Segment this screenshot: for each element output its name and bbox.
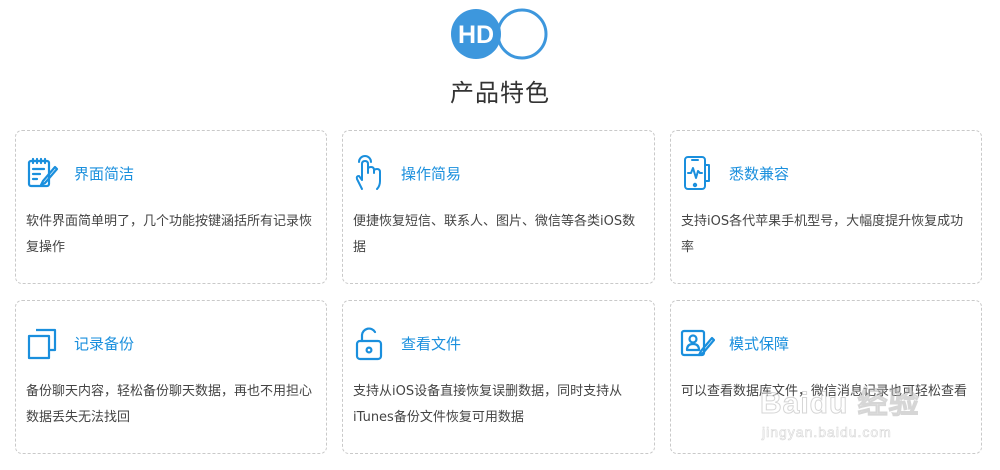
feature-title: 记录备份 [74,334,135,353]
touch-hand-icon [351,155,387,191]
feature-title: 悉数兼容 [729,164,790,183]
feature-card-simple-ui: 界面简洁 软件界面简单明了，几个功能按键涵括所有记录恢复操作 [15,130,327,284]
feature-desc: 便捷恢复短信、联系人、图片、微信等各类iOS数据 [353,214,636,255]
feature-card-view-files: 查看文件 支持从iOS设备直接恢复误删数据，同时支持从iTunes备份文件恢复可… [342,300,655,454]
feature-desc: 备份聊天内容，轻松备份聊天数据，再也不用担心数据丢失无法找回 [26,384,313,425]
hd-logo: HD [450,8,552,60]
feature-title: 模式保障 [729,334,790,353]
section-title: 产品特色 [450,79,550,107]
features-grid: 界面简洁 软件界面简单明了，几个功能按键涵括所有记录恢复操作 操作简易 便捷恢复… [15,130,983,454]
feature-card-mode-guarantee: 模式保障 可以查看数据库文件，微信消息记录也可轻松查看 [670,300,982,454]
feature-title: 操作简易 [401,164,462,183]
phone-compatibility-icon [679,155,715,191]
edit-document-icon [24,155,60,191]
unlock-icon [351,325,387,361]
logo-text: HD [458,21,494,49]
feature-card-easy-operation: 操作简易 便捷恢复短信、联系人、图片、微信等各类iOS数据 [342,130,655,284]
copy-backup-icon [24,325,60,361]
logo-outline-circle [496,8,548,60]
user-edit-icon [679,325,715,361]
feature-desc: 软件界面简单明了，几个功能按键涵括所有记录恢复操作 [26,214,313,255]
page: HD 产品特色 界面简洁 软件界面简单明了，几个功能按键涵括所有记录恢复操作 操… [0,0,1000,470]
feature-desc: 支持iOS各代苹果手机型号，大幅度提升恢复成功率 [681,214,964,255]
feature-desc: 可以查看数据库文件，微信消息记录也可轻松查看 [681,384,968,399]
feature-title: 查看文件 [401,334,462,353]
feature-title: 界面简洁 [74,164,135,183]
feature-card-backup: 记录备份 备份聊天内容，轻松备份聊天数据，再也不用担心数据丢失无法找回 [15,300,327,454]
feature-card-compatibility: 悉数兼容 支持iOS各代苹果手机型号，大幅度提升恢复成功率 [670,130,982,284]
feature-desc: 支持从iOS设备直接恢复误删数据，同时支持从iTunes备份文件恢复可用数据 [353,384,623,425]
